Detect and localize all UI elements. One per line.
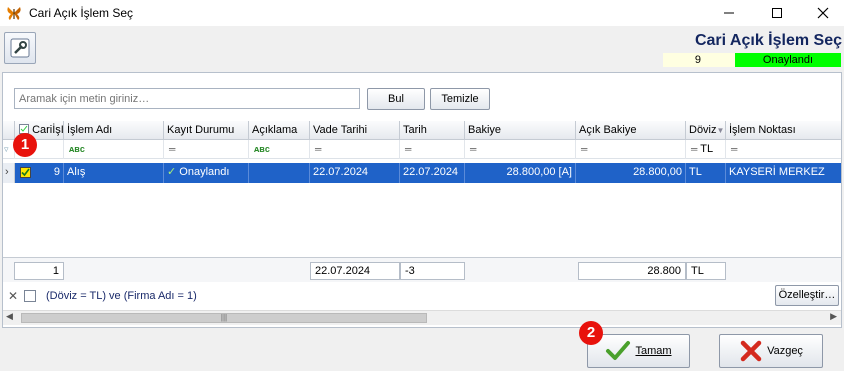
- footer-vade-tarihi: 22.07.2024: [310, 262, 400, 280]
- cell-vade-tarihi[interactable]: 22.07.2024: [310, 163, 400, 183]
- text-filter-icon: ᴀʙᴄ: [254, 144, 270, 154]
- cell-id: 9: [53, 166, 60, 178]
- horizontal-scrollbar[interactable]: ◀ ||| ▶: [3, 310, 841, 325]
- column-header-islem-noktasi[interactable]: İşlem Noktası: [726, 121, 841, 140]
- cell-acik-bakiye[interactable]: 28.800,00: [576, 163, 686, 183]
- cell-bakiye[interactable]: 28.800,00 [A]: [465, 163, 576, 183]
- cell-text: Onaylandı: [179, 166, 230, 178]
- butterfly-app-icon: [6, 5, 22, 21]
- cell-islem-adi[interactable]: Alış: [64, 163, 164, 183]
- equals-filter-icon: ═: [581, 144, 588, 154]
- footer-doviz: TL: [686, 262, 726, 280]
- cell-tarih[interactable]: 22.07.2024: [400, 163, 465, 183]
- title-bar: Cari Açık İşlem Seç: [0, 0, 844, 26]
- filter-cell-islem-noktasi[interactable]: ═: [726, 140, 841, 159]
- text-filter-icon: ᴀʙᴄ: [69, 144, 85, 154]
- column-header-acik-bakiye[interactable]: Açık Bakiye: [576, 121, 686, 140]
- annotation-badge-1: 1: [13, 133, 37, 157]
- footer-acik-bakiye: 28.800: [578, 262, 686, 280]
- filter-value: TL: [700, 143, 714, 155]
- checkmark-icon: ✓: [167, 166, 177, 178]
- grid-footer-row: 1 22.07.2024 -3 28.800 TL: [3, 257, 841, 282]
- close-button[interactable]: [800, 0, 844, 26]
- close-icon: [817, 7, 829, 19]
- column-header-aciklama[interactable]: Açıklama: [249, 121, 310, 140]
- ok-button[interactable]: Tamam: [587, 334, 690, 368]
- cancel-button[interactable]: Vazgeç: [719, 334, 823, 368]
- clear-button[interactable]: Temizle: [430, 88, 490, 110]
- filter-cell-bakiye[interactable]: ═: [465, 140, 576, 159]
- scrollbar-thumb[interactable]: |||: [21, 313, 427, 323]
- column-header-kayit-durumu[interactable]: Kayıt Durumu: [164, 121, 249, 140]
- column-header-doviz[interactable]: Döviz▼: [686, 121, 726, 140]
- equals-filter-icon: ═: [169, 144, 176, 154]
- row-indicator-header: [3, 121, 15, 140]
- cell-aciklama[interactable]: [249, 163, 310, 183]
- column-header-islem-adi[interactable]: İşlem Adı: [64, 121, 164, 140]
- filter-funnel-icon[interactable]: ▼: [717, 126, 725, 135]
- column-header-bakiye[interactable]: Bakiye: [465, 121, 576, 140]
- filter-cell-islem-adi[interactable]: ᴀʙᴄ: [64, 140, 164, 159]
- status-badge: Onaylandı: [735, 53, 841, 67]
- ok-label: Tamam: [635, 345, 672, 357]
- filter-panel: ✕ (Döviz = TL) ve (Firma Adı = 1) Özelle…: [3, 284, 841, 308]
- filter-cell-aciklama[interactable]: ᴀʙᴄ: [249, 140, 310, 159]
- column-header-vade-tarihi[interactable]: Vade Tarihi: [310, 121, 400, 140]
- scroll-right-icon[interactable]: ▶: [830, 311, 837, 322]
- equals-filter-icon: ═: [470, 144, 477, 154]
- wrench-icon: [10, 38, 30, 58]
- cell-islem-noktasi[interactable]: KAYSERİ MERKEZ: [726, 163, 841, 183]
- checkbox-checked-icon[interactable]: [20, 167, 31, 178]
- filter-enable-checkbox[interactable]: [24, 290, 36, 302]
- column-label: Döviz: [689, 124, 717, 136]
- maximize-icon: [772, 8, 782, 18]
- auto-filter-row: ▿ ᴀʙᴄ ═ ᴀʙᴄ ═ ═ ═ ═ ═ TL ═: [3, 140, 841, 159]
- checkmark-icon: [606, 341, 631, 360]
- find-button[interactable]: Bul: [367, 88, 425, 110]
- settings-tool-button[interactable]: [4, 32, 36, 64]
- minimize-icon: [724, 12, 734, 14]
- equals-filter-icon: ═: [691, 144, 698, 154]
- filter-cell-acik-bakiye[interactable]: ═: [576, 140, 686, 159]
- scroll-left-icon[interactable]: ◀: [6, 311, 13, 322]
- cell-kayit-durumu[interactable]: ✓ Onaylandı: [164, 163, 249, 183]
- customize-button[interactable]: Özelleştir…: [775, 285, 839, 306]
- cell-doviz[interactable]: TL: [686, 163, 726, 183]
- filter-cell-vade-tarihi[interactable]: ═: [310, 140, 400, 159]
- clear-filter-icon[interactable]: ✕: [8, 289, 18, 303]
- footer-tarih: -3: [400, 262, 465, 280]
- filter-expression[interactable]: (Döviz = TL) ve (Firma Adı = 1): [46, 290, 197, 302]
- annotation-badge-2: 2: [579, 321, 603, 345]
- row-checkbox-cell[interactable]: 9: [15, 163, 64, 183]
- grid-header-row: CariİşI İşlem Adı Kayıt Durumu Açıklama …: [3, 121, 841, 140]
- footer-count: 1: [14, 262, 64, 280]
- equals-filter-icon: ═: [405, 144, 412, 154]
- record-count: 9: [663, 53, 735, 67]
- page-title: Cari Açık İşlem Seç: [694, 32, 842, 49]
- maximize-button[interactable]: [754, 0, 800, 26]
- equals-filter-icon: ═: [731, 144, 738, 154]
- filter-cell-tarih[interactable]: ═: [400, 140, 465, 159]
- cancel-x-icon: [740, 340, 762, 362]
- filter-cell-kayit-durumu[interactable]: ═: [164, 140, 249, 159]
- column-label: CariİşI: [32, 124, 64, 136]
- filter-cell-doviz[interactable]: ═ TL: [686, 140, 726, 159]
- search-input[interactable]: [14, 88, 360, 109]
- minimize-button[interactable]: [706, 0, 752, 26]
- column-header-tarih[interactable]: Tarih: [400, 121, 465, 140]
- window-title: Cari Açık İşlem Seç: [29, 6, 134, 20]
- cancel-label: Vazgeç: [767, 345, 803, 357]
- table-row[interactable]: › 9 Alış ✓ Onaylandı 22.07.2024 22.07.20…: [3, 163, 841, 183]
- equals-filter-icon: ═: [315, 144, 322, 154]
- row-pointer-icon: ›: [3, 163, 15, 183]
